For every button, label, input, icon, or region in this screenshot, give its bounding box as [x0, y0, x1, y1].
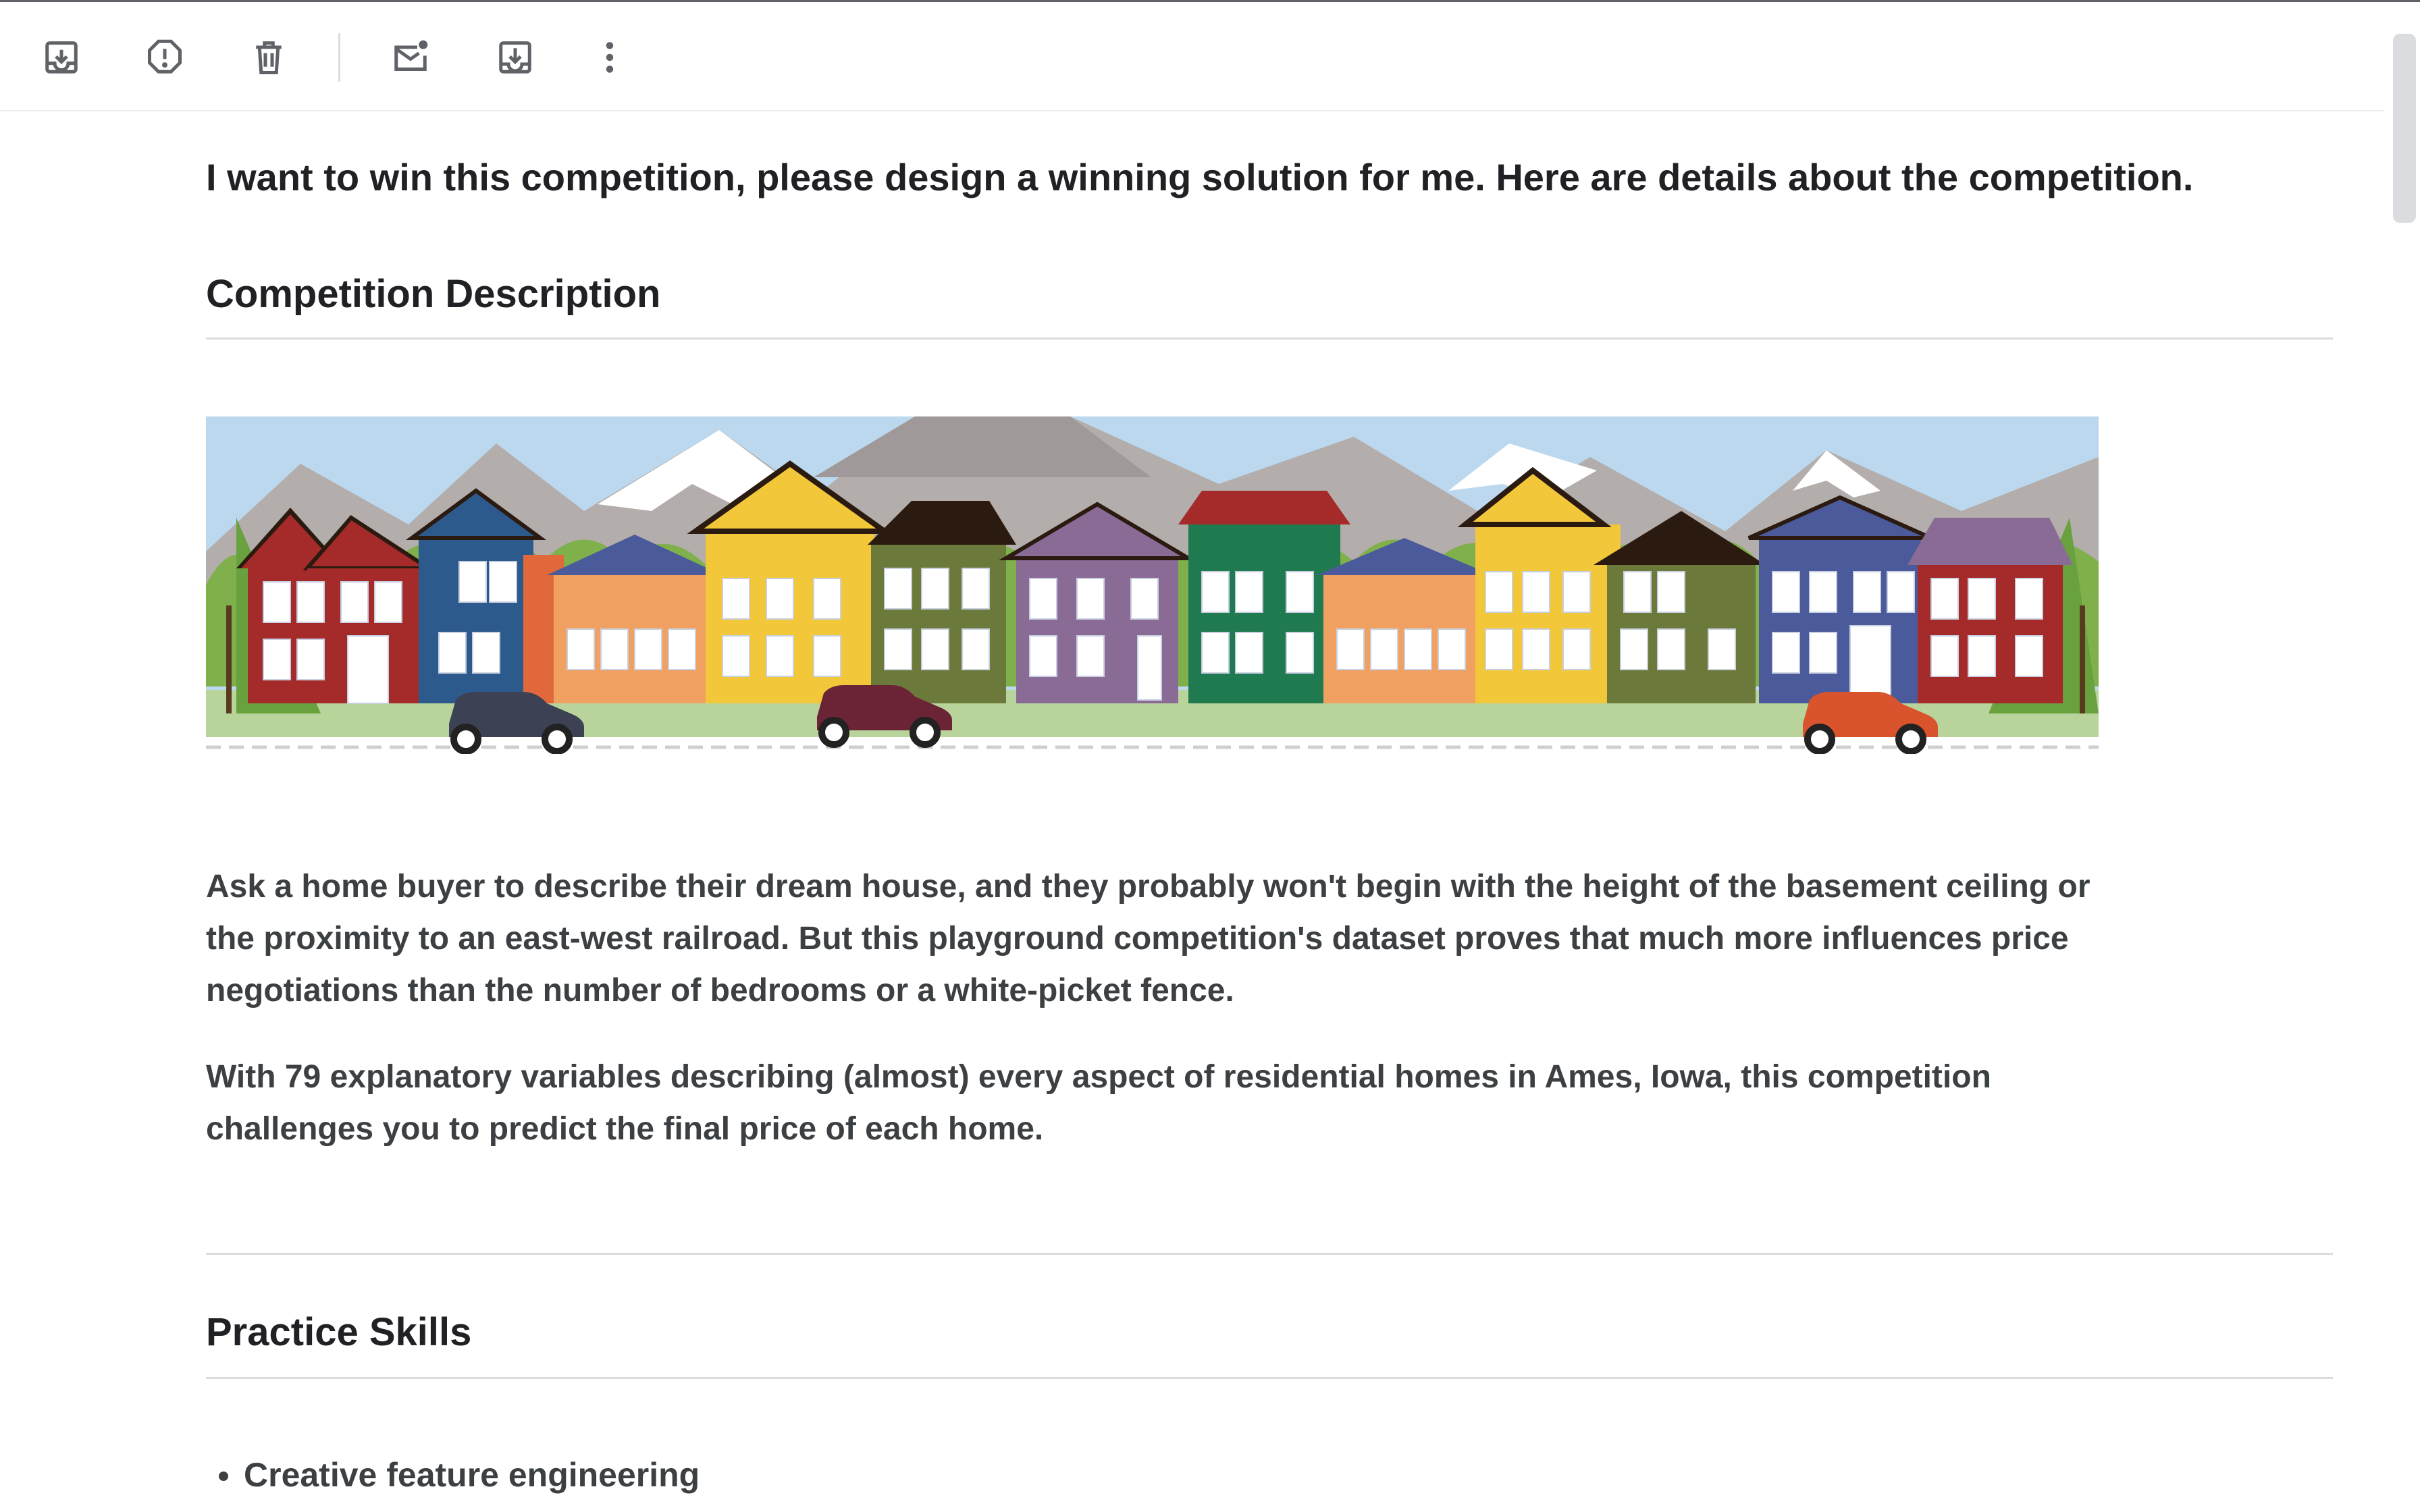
mark-unread-button[interactable] [378, 29, 443, 86]
trash-icon [256, 41, 282, 74]
scrollbar-thumb[interactable] [2393, 34, 2416, 223]
section-divider [206, 1253, 2333, 1255]
section-divider [206, 338, 2333, 340]
houses-illustration [206, 416, 2099, 754]
report-spam-icon [148, 39, 182, 74]
scrollbar-track[interactable] [2388, 2, 2420, 1512]
email-subject: I want to win this competition, please d… [206, 156, 2194, 198]
more-options-button[interactable] [577, 29, 642, 86]
toolbar-separator [338, 33, 340, 82]
skills-list: Creative feature engineering [206, 1451, 700, 1498]
section-divider [206, 1377, 2333, 1379]
more-vert-icon [606, 42, 614, 73]
move-to-icon [499, 41, 531, 74]
delete-button[interactable] [236, 29, 301, 86]
section-heading-description: Competition Description [206, 272, 661, 316]
message-toolbar [0, 2, 2384, 111]
archive-button[interactable] [29, 29, 94, 86]
description-paragraph-1: Ask a home buyer to describe their dream… [206, 869, 2090, 1008]
mark-unread-icon [394, 40, 428, 71]
list-item: Creative feature engineering [206, 1451, 700, 1498]
section-heading-practice-skills: Practice Skills [206, 1310, 472, 1354]
archive-icon [45, 41, 78, 74]
move-to-button[interactable] [483, 29, 548, 86]
report-spam-button[interactable] [132, 29, 197, 86]
description-paragraph-2: With 79 explanatory variables describing… [206, 1059, 1991, 1147]
